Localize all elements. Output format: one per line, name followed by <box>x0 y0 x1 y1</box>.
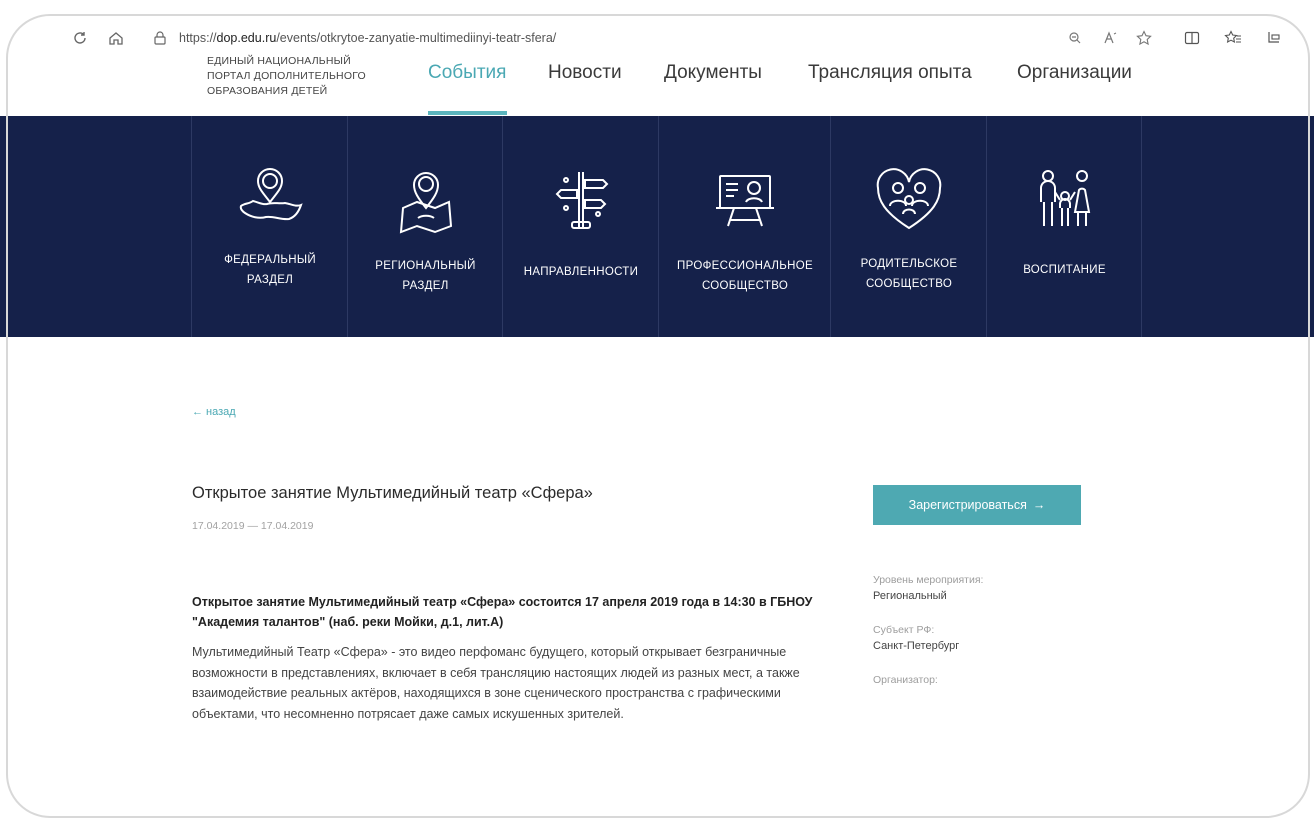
category-label: ПРОФЕССИОНАЛЬНОЕ СООБЩЕСТВО <box>677 260 813 292</box>
category-upbringing[interactable]: ВОСПИТАНИЕ <box>986 116 1142 337</box>
event-dates: 17.04.2019 — 17.04.2019 <box>192 520 314 532</box>
logo-line: ЕДИНЫЙ НАЦИОНАЛЬНЫЙ <box>207 55 351 67</box>
register-label: Зарегистрироваться <box>908 498 1027 512</box>
event-description: Мультимедийный Театр «Сфера» - это видео… <box>192 645 800 721</box>
level-value: Региональный <box>873 590 947 602</box>
address-bar[interactable]: https://dop.edu.ru/events/otkrytoe-zanya… <box>179 31 556 45</box>
nav-events[interactable]: События <box>428 62 506 84</box>
zoom-icon[interactable] <box>1063 22 1087 54</box>
category-label: ВОСПИТАНИЕ <box>1023 264 1106 276</box>
collections-icon[interactable] <box>1262 22 1286 54</box>
event-lead: Открытое занятие Мультимедийный театр «С… <box>192 595 813 629</box>
register-button[interactable]: Зарегистрироваться → <box>873 485 1081 525</box>
browser-window: https://dop.edu.ru/events/otkrytoe-zanya… <box>0 0 1314 818</box>
arrow-right-icon: → <box>1032 498 1046 512</box>
russia-map-pin-icon <box>239 168 303 221</box>
subject-label: Субъект РФ: <box>873 624 935 636</box>
family-icon <box>1039 170 1090 226</box>
nav-news[interactable]: Новости <box>548 62 622 84</box>
nav-organizations[interactable]: Организации <box>1017 62 1132 84</box>
category-federal[interactable]: ФЕДЕРАЛЬНЫЙ РАЗДЕЛ <box>191 116 348 337</box>
tab-strip <box>190 8 1050 15</box>
favorite-icon[interactable] <box>1132 22 1156 54</box>
nav-active-indicator <box>428 111 507 115</box>
split-screen-icon[interactable] <box>1180 22 1204 54</box>
category-parents[interactable]: РОДИТЕЛЬСКОЕ СООБЩЕСТВО <box>830 116 987 337</box>
favorites-list-icon[interactable] <box>1221 22 1245 54</box>
organizer-label: Организатор: <box>873 674 938 686</box>
family-heart-icon <box>876 168 942 230</box>
logo-line: ПОРТАЛ ДОПОЛНИТЕЛЬНОГО <box>207 70 366 82</box>
category-professional[interactable]: ПРОФЕССИОНАЛЬНОЕ СООБЩЕСТВО <box>658 116 831 337</box>
reload-icon[interactable] <box>68 22 92 54</box>
region-map-pin-icon <box>399 172 452 234</box>
presentation-board-icon <box>716 175 774 227</box>
home-icon[interactable] <box>104 22 128 54</box>
event-title: Открытое занятие Мультимедийный театр «С… <box>192 484 593 502</box>
lock-icon[interactable] <box>148 22 172 54</box>
signpost-icon <box>555 172 609 229</box>
level-label: Уровень мероприятия: <box>873 574 984 586</box>
subject-value: Санкт-Петербург <box>873 640 960 652</box>
nav-documents[interactable]: Документы <box>664 62 762 84</box>
site-logo[interactable]: ЕДИНЫЙ НАЦИОНАЛЬНЫЙ ПОРТАЛ ДОПОЛНИТЕЛЬНО… <box>207 54 397 99</box>
category-label: НАПРАВЛЕННОСТИ <box>523 266 639 278</box>
category-divider <box>1141 116 1142 337</box>
category-regional[interactable]: РЕГИОНАЛЬНЫЙ РАЗДЕЛ <box>347 116 503 337</box>
browser-toolbar: https://dop.edu.ru/events/otkrytoe-zanya… <box>0 22 1314 54</box>
back-link[interactable]: ← назад <box>192 406 236 418</box>
category-label: РЕГИОНАЛЬНЫЙ РАЗДЕЛ <box>375 260 476 292</box>
category-directions[interactable]: НАПРАВЛЕННОСТИ <box>502 116 659 337</box>
category-label: РОДИТЕЛЬСКОЕ СООБЩЕСТВО <box>860 258 958 290</box>
category-label: ФЕДЕРАЛЬНЫЙ РАЗДЕЛ <box>224 254 316 286</box>
logo-line: ОБРАЗОВАНИЯ ДЕТЕЙ <box>207 85 328 97</box>
nav-experience[interactable]: Трансляция опыта <box>808 62 972 84</box>
read-aloud-icon[interactable] <box>1099 22 1123 54</box>
